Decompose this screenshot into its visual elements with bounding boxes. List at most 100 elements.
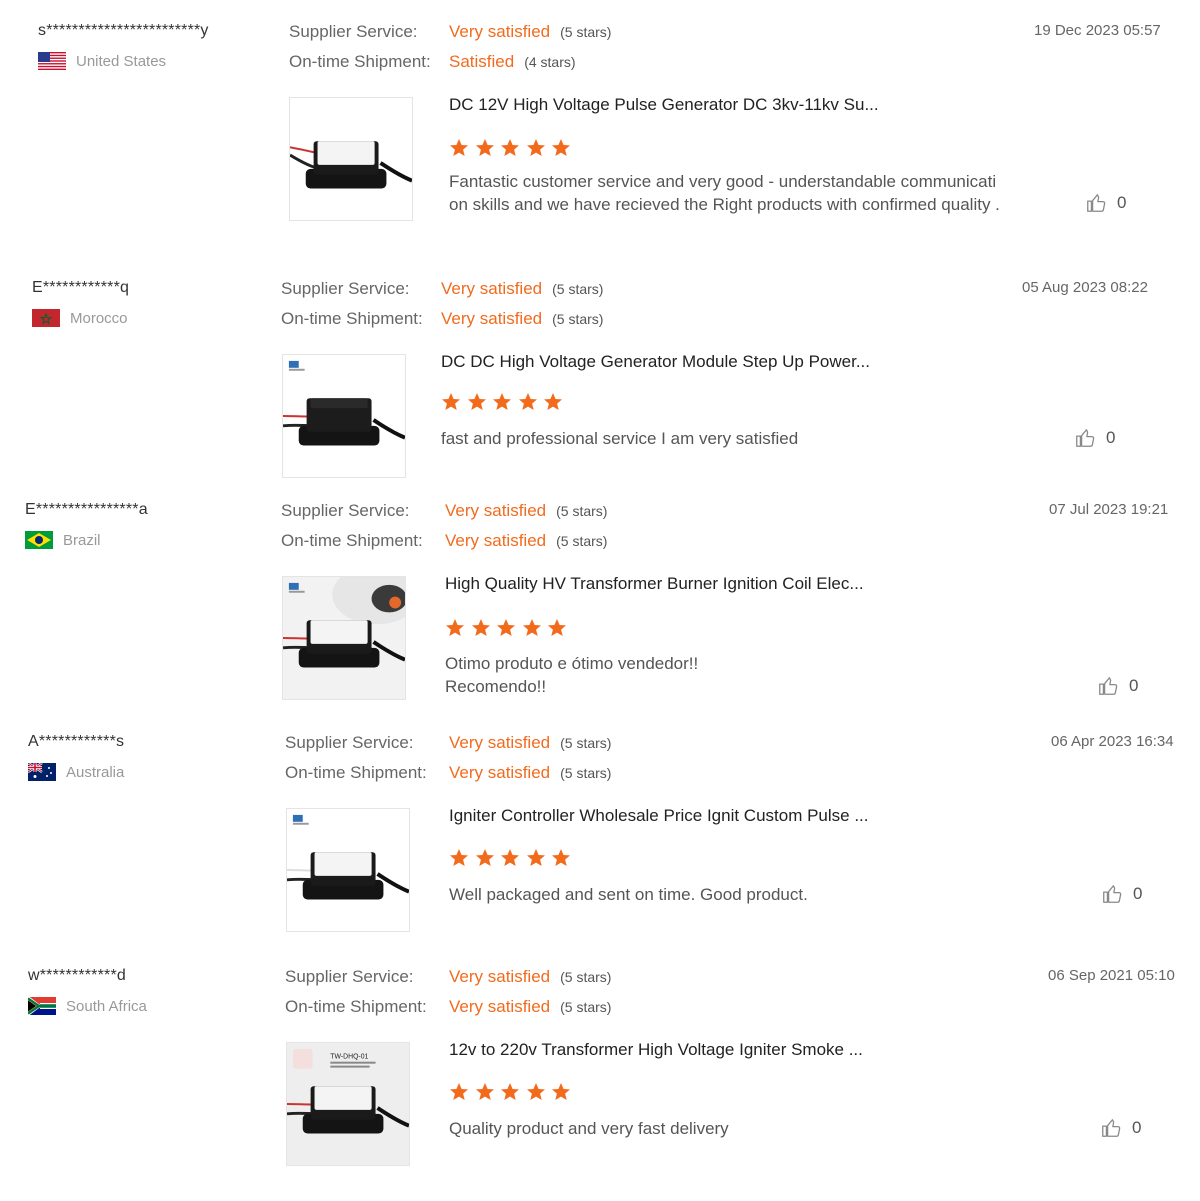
product-title-link[interactable]: DC DC High Voltage Generator Module Step… — [441, 352, 870, 372]
product-thumbnail[interactable]: TW-DHQ-01 — [286, 1042, 410, 1166]
review-item: w************d South Africa Supplier Ser… — [0, 965, 1200, 1201]
product-thumbnail[interactable] — [282, 354, 406, 478]
product-rating-stars — [445, 618, 573, 638]
star-icon — [450, 849, 468, 866]
star-icon — [526, 849, 545, 866]
product-rating-stars — [449, 1082, 577, 1102]
product-title-link[interactable]: 12v to 220v Transformer High Voltage Ign… — [449, 1040, 863, 1060]
thumbs-up-icon — [1099, 677, 1118, 695]
country-name: Australia — [66, 763, 125, 781]
helpful-button[interactable]: 0 — [1097, 675, 1138, 697]
review-comment: Fantastic customer service and very good… — [449, 170, 1000, 216]
ignition-coil-image — [283, 577, 405, 699]
star-icon — [471, 619, 490, 636]
shipment-rating: On-time Shipment: Very satisfied (5 star… — [285, 997, 611, 1017]
shipment-stars: (5 stars) — [560, 999, 612, 1015]
star-icon — [552, 849, 570, 866]
review-item: E****************a Brazil Supplier Servi… — [0, 499, 1200, 735]
brazil-flag-icon — [25, 531, 53, 549]
helpful-button[interactable]: 0 — [1074, 427, 1115, 449]
star-icon — [518, 393, 537, 410]
helpful-count: 0 — [1132, 1118, 1142, 1137]
review-item: E************q Morocco Supplier Service:… — [0, 277, 1200, 513]
shipment-stars: (5 stars) — [560, 765, 612, 781]
morocco-flag-icon — [32, 309, 60, 327]
helpful-button[interactable]: 0 — [1101, 883, 1142, 905]
shipment-rating: On-time Shipment: Very satisfied (5 star… — [281, 309, 603, 329]
review-date: 06 Sep 2021 05:10 — [1048, 967, 1175, 984]
supplier-service-label: Supplier Service: — [281, 501, 410, 520]
country-name: United States — [76, 52, 167, 70]
star-icon — [548, 619, 566, 636]
reviewer-country: Brazil — [25, 531, 101, 549]
product-title-link[interactable]: Igniter Controller Wholesale Price Ignit… — [449, 806, 869, 826]
product-thumbnail[interactable] — [286, 808, 410, 932]
product-thumbnail[interactable] — [282, 576, 406, 700]
reviewer-name: w************d — [28, 967, 126, 984]
review-comment-line: Fantastic customer service and very good… — [449, 172, 997, 191]
helpful-button[interactable]: 0 — [1100, 1117, 1141, 1139]
review-comment: Well packaged and sent on time. Good pro… — [449, 883, 808, 906]
product-rating-stars — [449, 848, 577, 868]
supplier-service-stars: (5 stars) — [560, 969, 612, 985]
reviewer-country: Australia — [28, 763, 124, 781]
reviewer: E****************a Brazil — [25, 501, 148, 549]
pulse-generator-image — [290, 98, 412, 220]
review-item: s************************y United States… — [0, 20, 1200, 256]
country-name: Brazil — [63, 531, 101, 549]
product-title-link[interactable]: High Quality HV Transformer Burner Ignit… — [445, 574, 864, 594]
helpful-button[interactable]: 0 — [1085, 192, 1126, 214]
reviewer: w************d South Africa — [28, 967, 147, 1015]
country-name: Morocco — [70, 309, 128, 327]
shipment-label: On-time Shipment: — [281, 531, 423, 550]
supplier-service-rating: Supplier Service: Very satisfied (5 star… — [289, 22, 611, 42]
product-title-link[interactable]: DC 12V High Voltage Pulse Generator DC 3… — [449, 95, 879, 115]
review-comment: fast and professional service I am very … — [441, 427, 798, 450]
review-date: 07 Jul 2023 19:21 — [1049, 501, 1169, 518]
supplier-service-stars: (5 stars) — [560, 24, 612, 40]
shipment-label: On-time Shipment: — [285, 763, 427, 782]
transformer-igniter-image: TW-DHQ-01 — [287, 1043, 409, 1165]
review-comment-line: Quality product and very fast delivery — [449, 1119, 729, 1138]
shipment-value: Very satisfied — [445, 531, 547, 550]
shipment-label: On-time Shipment: — [285, 997, 427, 1016]
igniter-controller-image — [287, 809, 409, 931]
review-date: 19 Dec 2023 05:57 — [1034, 22, 1161, 39]
review-comment-line: Otimo produto e ótimo vendedor!! — [445, 654, 699, 673]
star-icon — [501, 139, 519, 156]
review-date: 06 Apr 2023 16:34 — [1051, 733, 1174, 750]
review-comment-line: on skills and we have recieved the Right… — [449, 195, 1000, 214]
star-icon — [475, 849, 494, 866]
star-icon — [526, 1083, 545, 1100]
reviewer: s************************y United States — [38, 22, 209, 70]
shipment-label: On-time Shipment: — [289, 52, 431, 71]
shipment-stars: (5 stars) — [556, 533, 608, 549]
star-icon — [526, 139, 545, 156]
product-thumbnail[interactable] — [289, 97, 413, 221]
shipment-stars: (4 stars) — [524, 54, 576, 70]
star-icon — [493, 393, 511, 410]
supplier-service-value: Very satisfied — [449, 967, 551, 986]
star-icon — [552, 1083, 570, 1100]
reviewer-country: Morocco — [32, 309, 128, 327]
reviewer-name: E****************a — [25, 501, 148, 518]
review-item: A************s Australia Supplier Servic… — [0, 731, 1200, 967]
supplier-service-label: Supplier Service: — [285, 967, 414, 986]
supplier-service-stars: (5 stars) — [560, 735, 612, 751]
supplier-service-value: Very satisfied — [449, 733, 551, 752]
helpful-count: 0 — [1129, 676, 1139, 695]
star-icon — [442, 393, 460, 410]
supplier-service-value: Very satisfied — [445, 501, 547, 520]
supplier-service-rating: Supplier Service: Very satisfied (5 star… — [285, 967, 611, 987]
shipment-rating: On-time Shipment: Satisfied (4 stars) — [289, 52, 576, 72]
reviewer: E************q Morocco — [32, 279, 129, 327]
thumbs-up-icon — [1103, 885, 1122, 903]
thumbs-up-icon — [1102, 1119, 1121, 1137]
star-icon — [450, 1083, 468, 1100]
helpful-count: 0 — [1106, 428, 1116, 447]
shipment-rating: On-time Shipment: Very satisfied (5 star… — [281, 531, 607, 551]
shipment-value: Very satisfied — [441, 309, 543, 328]
shipment-label: On-time Shipment: — [281, 309, 423, 328]
svg-text:TW-DHQ-01: TW-DHQ-01 — [330, 1054, 368, 1061]
supplier-service-rating: Supplier Service: Very satisfied (5 star… — [285, 733, 611, 753]
